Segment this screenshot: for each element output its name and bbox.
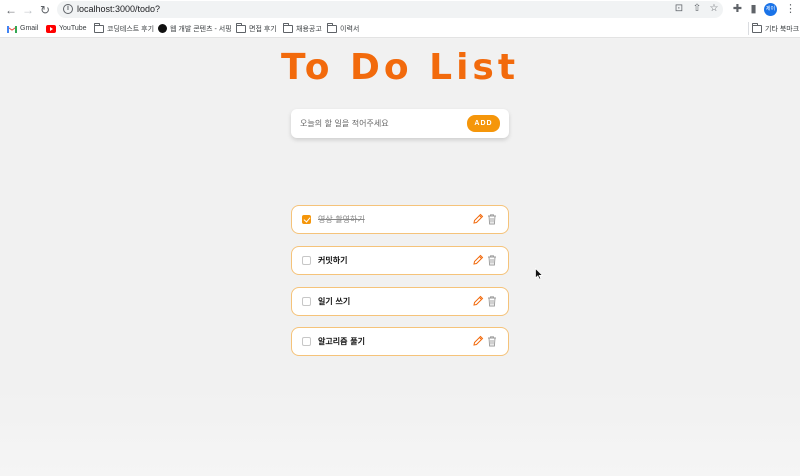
folder-icon [236, 22, 246, 33]
todo-item: 커밋하기 [291, 246, 509, 275]
todo-checkbox[interactable] [302, 297, 311, 306]
mouse-cursor-icon [535, 268, 543, 280]
bookmark-label: 웹 개발 콘텐츠 - 서핑 [170, 25, 232, 33]
side-panel-icon[interactable]: ▮ [747, 3, 760, 16]
todo-text: 일기 쓰기 [318, 297, 351, 306]
bookmark-velog[interactable]: 웹 개발 콘텐츠 - 서핑 [158, 22, 232, 35]
add-button[interactable]: ADD [467, 115, 500, 132]
install-icon[interactable]: ⊡ [673, 3, 685, 15]
bookmark-label: 면접 후기 [249, 25, 277, 33]
share-icon[interactable]: ⇧ [691, 3, 703, 15]
pencil-icon[interactable] [472, 295, 484, 307]
bookmark-other-folder[interactable]: 기타 북마크 [748, 22, 799, 35]
back-icon[interactable]: ← [4, 3, 18, 17]
menu-icon[interactable]: ⋮ [784, 3, 797, 16]
trash-icon[interactable] [486, 295, 498, 307]
youtube-icon [46, 24, 56, 33]
gmail-icon [7, 25, 17, 33]
reload-icon[interactable]: ↻ [38, 3, 52, 17]
trash-icon[interactable] [486, 213, 498, 225]
pencil-icon[interactable] [472, 335, 484, 347]
todo-item: 영상 촬영하기 [291, 205, 509, 234]
bookmarks-bar: Gmail YouTube 코딩테스트 후기 웹 개발 콘텐츠 - 서핑 면접 … [0, 19, 800, 38]
bookmark-gmail[interactable]: Gmail [7, 22, 38, 35]
todo-checkbox[interactable] [302, 215, 311, 224]
folder-icon [283, 22, 293, 33]
profile-avatar[interactable]: 제이 [764, 3, 777, 16]
bookmark-label: 이력서 [340, 25, 360, 33]
todo-input[interactable] [300, 117, 460, 130]
todo-item: 알고리즘 풀기 [291, 327, 509, 356]
bookmark-label: 채용공고 [296, 25, 322, 33]
folder-icon [327, 22, 337, 33]
bookmark-folder-resume[interactable]: 이력서 [327, 22, 359, 35]
todo-text: 영상 촬영하기 [318, 215, 365, 224]
bookmark-folder-jobs[interactable]: 채용공고 [283, 22, 322, 35]
todo-item: 일기 쓰기 [291, 287, 509, 316]
bookmark-folder-interview[interactable]: 면접 후기 [236, 22, 277, 35]
extensions-icon[interactable]: ✚ [731, 3, 744, 16]
bookmark-folder-coding-test[interactable]: 코딩테스트 후기 [94, 22, 154, 35]
bookmark-label: Gmail [20, 25, 39, 32]
forward-icon[interactable]: → [21, 3, 35, 17]
pencil-icon[interactable] [472, 254, 484, 266]
bookmark-label: YouTube [59, 25, 87, 32]
folder-icon [752, 22, 762, 33]
velog-icon [158, 24, 167, 33]
bookmark-label: 기타 북마크 [765, 25, 800, 33]
url-text[interactable]: localhost:3000/todo? [77, 3, 160, 16]
folder-icon [94, 22, 104, 33]
todo-text: 커밋하기 [318, 256, 348, 265]
trash-icon[interactable] [486, 254, 498, 266]
address-bar[interactable]: i localhost:3000/todo? ⊡ ⇧ ☆ [57, 1, 723, 18]
bookmark-youtube[interactable]: YouTube [46, 22, 87, 35]
site-info-icon[interactable]: i [63, 4, 73, 14]
todo-text: 알고리즘 풀기 [318, 337, 365, 346]
trash-icon[interactable] [486, 335, 498, 347]
browser-toolbar: ← → ↻ i localhost:3000/todo? ⊡ ⇧ ☆ ✚ ▮ 제… [0, 0, 800, 19]
pencil-icon[interactable] [472, 213, 484, 225]
page-title: To Do List [280, 47, 520, 88]
todo-checkbox[interactable] [302, 337, 311, 346]
bookmark-label: 코딩테스트 후기 [107, 25, 155, 33]
todo-checkbox[interactable] [302, 256, 311, 265]
bookmark-star-icon[interactable]: ☆ [708, 3, 720, 15]
